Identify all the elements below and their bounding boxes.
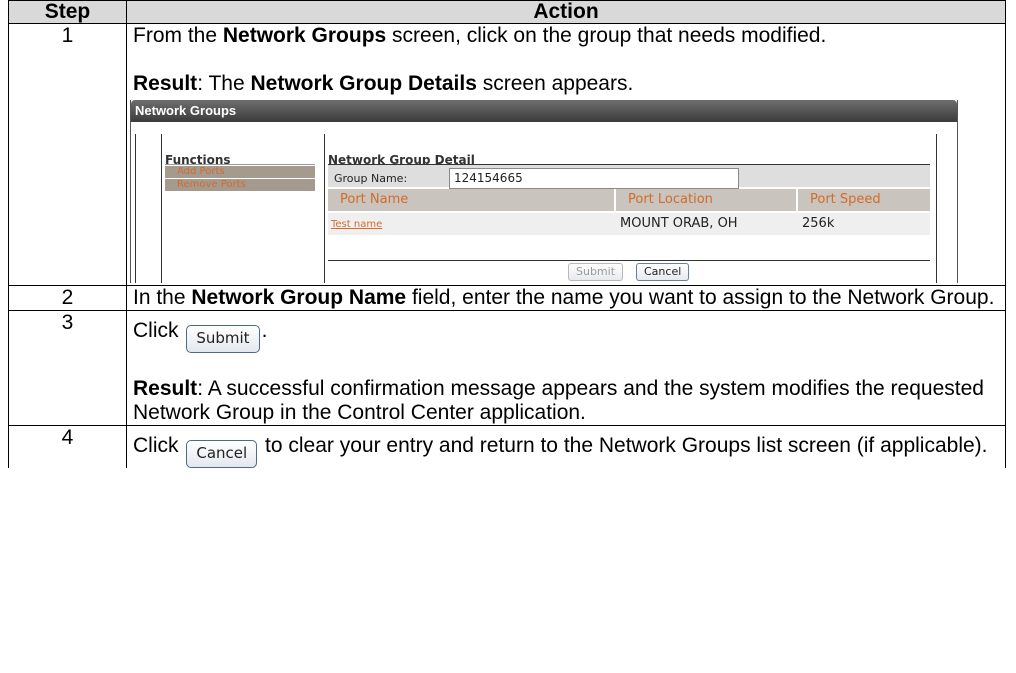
table-row: Test name MOUNT ORAB, OH 256k	[328, 213, 930, 235]
cancel-button[interactable]: Cancel	[636, 263, 690, 281]
divider	[161, 134, 162, 283]
group-name-label: Group Name:	[334, 172, 408, 185]
instruction-post: screen, click on the group that needs mo…	[386, 24, 827, 47]
network-groups-screenshot: Network Groups Functions Add Ports Remov…	[130, 100, 958, 283]
instruction-pre: Click	[133, 434, 185, 457]
result-pre: : The	[197, 72, 251, 95]
instruction-bold: Network Groups	[222, 24, 387, 47]
submit-button[interactable]: Submit	[568, 263, 624, 281]
port-name-header: Port Name	[328, 189, 614, 211]
instruction-pre: From the	[133, 24, 223, 47]
table-row: 1 From the Network Groups screen, click …	[8, 23, 1006, 286]
instruction-post: field, enter the name you want to assign…	[406, 286, 995, 309]
instruction-post: .	[261, 319, 268, 342]
port-location-header: Port Location	[616, 189, 796, 211]
table-row: 3 Click Submit. Result: A successful con…	[8, 310, 1006, 426]
instruction-text: From the Network Groups screen, click on…	[133, 24, 999, 48]
step-action: From the Network Groups screen, click on…	[126, 23, 1006, 286]
submit-button-image: Submit	[186, 325, 260, 353]
result-body: : A successful confirmation message appe…	[133, 377, 984, 424]
remove-ports-link[interactable]: Remove Ports	[165, 179, 315, 191]
divider	[324, 134, 325, 283]
port-location-cell: MOUNT ORAB, OH	[620, 216, 738, 231]
screenshot-body: Functions Add Ports Remove Ports Network…	[131, 122, 957, 283]
add-ports-link[interactable]: Add Ports	[165, 166, 315, 178]
port-speed-header: Port Speed	[798, 189, 930, 211]
port-name-link[interactable]: Test name	[331, 219, 382, 230]
port-speed-cell: 256k	[802, 216, 835, 231]
divider	[165, 164, 315, 165]
instruction-text: In the Network Group Name field, enter t…	[133, 286, 999, 310]
step-action: In the Network Group Name field, enter t…	[126, 285, 1006, 311]
step-number: 3	[8, 310, 127, 426]
step-action: Click Submit. Result: A successful confi…	[126, 310, 1006, 426]
instruction-text: Click Submit.	[133, 319, 999, 353]
step-action: Click Cancel to clear your entry and ret…	[126, 425, 1006, 468]
group-name-input[interactable]: 124154665	[449, 168, 739, 189]
procedure-table: Step Action 1 From the Network Groups sc…	[8, 0, 1006, 468]
table-row: 2 In the Network Group Name field, enter…	[8, 285, 1006, 311]
step-number: 1	[8, 23, 127, 286]
result-bold: Network Group Details	[250, 72, 477, 95]
action-column-header: Action	[126, 0, 1006, 24]
step-number: 4	[8, 425, 127, 468]
result-post: screen appears.	[476, 72, 634, 95]
table-header-row: Step Action	[8, 0, 1006, 24]
ports-table-header: Port Name Port Location Port Speed	[328, 189, 930, 211]
group-name-row: Group Name: 124154665	[328, 165, 930, 189]
instruction-pre: Click	[133, 319, 185, 342]
instruction-bold: Network Group Name	[191, 286, 407, 309]
divider	[936, 134, 937, 283]
result-label: Result	[133, 377, 198, 400]
step-number: 2	[8, 285, 127, 311]
instruction-text: Click Cancel to clear your entry and ret…	[133, 434, 999, 468]
result-text: Result: The Network Group Details screen…	[133, 72, 999, 96]
divider	[135, 134, 136, 283]
screenshot-title: Network Groups	[131, 100, 957, 122]
divider	[328, 260, 930, 261]
instruction-post: to clear your entry and return to the Ne…	[259, 434, 988, 457]
step-column-header: Step	[8, 0, 127, 24]
cancel-button-image: Cancel	[186, 440, 258, 468]
result-text: Result: A successful confirmation messag…	[133, 377, 999, 425]
instruction-pre: In the	[133, 286, 192, 309]
result-label: Result	[133, 72, 198, 95]
port-name-cell: Test name	[331, 213, 382, 235]
table-row: 4 Click Cancel to clear your entry and r…	[8, 425, 1006, 468]
